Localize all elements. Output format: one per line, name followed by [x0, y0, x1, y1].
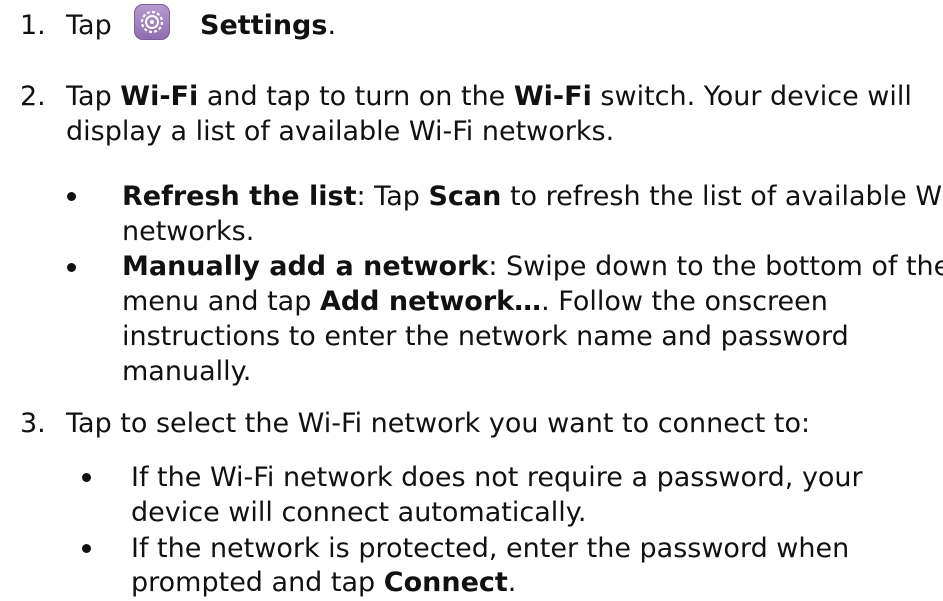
text-segment: switch. Your device will: [591, 81, 912, 112]
text-segment: Tap: [66, 81, 121, 112]
step-1-end: .: [327, 10, 337, 41]
bullet-protected-line-1: If the network is protected, enter the p…: [131, 533, 850, 564]
text-segment: to refresh the list of available Wi-Fi: [501, 181, 943, 212]
settings-label: Settings: [200, 10, 328, 41]
bullet-open-network-line-1: If the Wi-Fi network does not require a …: [131, 462, 863, 493]
step-1-settings: Settings.: [200, 8, 336, 43]
bullet-manual-line-3: instructions to enter the network name a…: [122, 321, 849, 352]
bullet-manual-line-1: Manually add a network: Swipe down to th…: [122, 249, 943, 284]
text-segment: .: [507, 567, 517, 598]
bullet-open-network-line-2: device will connect automatically.: [131, 497, 587, 528]
bullet-icon: [67, 192, 76, 201]
refresh-title: Refresh the list: [122, 181, 357, 212]
text-segment: . Follow the onscreen: [541, 286, 828, 317]
wifi-keyword: Wi-Fi: [120, 81, 199, 112]
step-1-tap: Tap: [66, 10, 112, 41]
bullet-icon: [82, 544, 91, 553]
bullet-refresh-line-2: networks.: [122, 216, 255, 247]
settings-app-icon: [134, 4, 170, 40]
bullet-refresh-line-1: Refresh the list: Tap Scan to refresh th…: [122, 179, 943, 214]
text-segment: prompted and tap: [131, 567, 384, 598]
step-number: 2.: [20, 81, 46, 112]
text-segment: : Swipe down to the bottom of the: [488, 251, 943, 282]
add-network-keyword: Add network…: [319, 286, 542, 317]
bullet-manual-line-4: manually.: [122, 356, 252, 387]
bullet-icon: [67, 263, 76, 272]
step-2-line-2: display a list of available Wi-Fi networ…: [66, 116, 615, 147]
scan-keyword: Scan: [428, 181, 502, 212]
bullet-icon: [82, 473, 91, 482]
step-3-line-1: Tap to select the Wi-Fi network you want…: [66, 408, 811, 439]
step-number: 3.: [20, 408, 46, 439]
text-segment: : Tap: [356, 181, 429, 212]
connect-keyword: Connect: [383, 567, 508, 598]
bullet-protected-line-2: prompted and tap Connect.: [131, 565, 516, 600]
manual-title: Manually add a network: [122, 251, 489, 282]
text-segment: menu and tap: [122, 286, 320, 317]
wifi-keyword: Wi-Fi: [513, 81, 592, 112]
step-1-text: Tap: [66, 8, 112, 43]
step-2-line-1: Tap Wi-Fi and tap to turn on the Wi-Fi s…: [66, 79, 912, 114]
step-number: 1.: [20, 10, 46, 41]
gear-icon: [140, 10, 164, 34]
bullet-manual-line-2: menu and tap Add network…. Follow the on…: [122, 284, 828, 319]
text-segment: and tap to turn on the: [198, 81, 514, 112]
